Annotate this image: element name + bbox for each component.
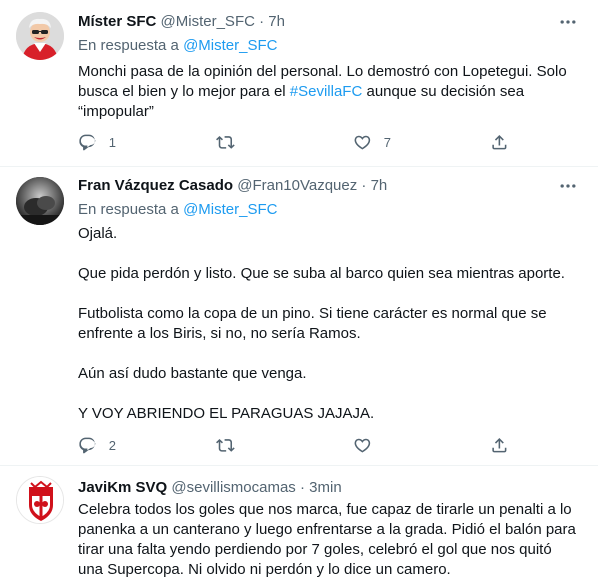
like-count: 7 (383, 134, 391, 150)
heart-icon (354, 438, 371, 453)
author-handle[interactable]: @sevillismocamas (171, 479, 295, 496)
tweet-text: Monchi pasa de la opinión del personal. … (78, 62, 578, 122)
reply-count: 2 (108, 437, 116, 453)
author-name[interactable]: Fran Vázquez Casado (78, 177, 233, 194)
tweet-paragraph: Y VOY ABRIENDO EL PARAGUAS JAJAJA. (78, 405, 375, 422)
reply-icon (79, 437, 96, 453)
timestamp[interactable]: 7h (371, 177, 388, 194)
avatar[interactable] (16, 476, 64, 524)
author-name[interactable]: JaviKm SVQ (78, 479, 167, 496)
like-button[interactable] (353, 435, 384, 455)
tweet-3[interactable]: JaviKm SVQ @sevillismocamas · 3min Celeb… (0, 466, 598, 588)
retweet-icon (216, 135, 235, 149)
tweet-paragraph: Ojalá. (78, 225, 118, 242)
tweet-paragraph: Celebra todos los goles que nos marca, f… (78, 501, 581, 578)
reply-prefix: En respuesta a (78, 37, 184, 54)
tweet-2[interactable]: Fran Vázquez Casado @Fran10Vazquez · 7h … (0, 167, 598, 465)
tweet-paragraph: Futbolista como la copa de un pino. Si t… (78, 305, 551, 342)
more-options-icon[interactable] (558, 176, 578, 196)
sevilla-crest-avatar-icon (17, 477, 63, 523)
separator-dot: · (299, 479, 305, 496)
tweet-text: Celebra todos los goles que nos marca, f… (78, 500, 578, 580)
retweet-button[interactable] (216, 132, 247, 152)
tweet-actions: 2 (78, 435, 518, 455)
separator-dot: · (259, 13, 265, 30)
reply-count: 1 (108, 134, 116, 150)
avatar[interactable] (16, 177, 64, 225)
like-button[interactable]: 7 (353, 132, 391, 152)
heart-icon (354, 135, 371, 150)
reply-mention-link[interactable]: @Mister_SFC (183, 37, 277, 54)
tweet-1[interactable]: Míster SFC @Mister_SFC · 7h En respuesta… (0, 0, 598, 166)
author-name[interactable]: Míster SFC (78, 13, 156, 30)
tweet-paragraph: Aún así dudo bastante que venga. (78, 365, 307, 382)
author-handle[interactable]: @Mister_SFC (161, 13, 255, 30)
reply-mention-link[interactable]: @Mister_SFC (183, 201, 277, 218)
timestamp[interactable]: 3min (309, 479, 342, 496)
reply-button[interactable]: 1 (78, 132, 116, 152)
reply-button[interactable]: 2 (78, 435, 116, 455)
timestamp[interactable]: 7h (268, 13, 285, 30)
share-icon (492, 437, 507, 453)
reply-prefix: En respuesta a (78, 201, 184, 218)
share-button[interactable] (490, 435, 509, 455)
tweet-header: Míster SFC @Mister_SFC · 7h (78, 12, 285, 32)
dark-photo-avatar-icon (16, 177, 64, 225)
hashtag-link[interactable]: #SevillaFC (290, 83, 363, 100)
reply-icon (79, 134, 96, 150)
tweet-text: Ojalá. Que pida perdón y listo. Que se s… (78, 224, 578, 424)
avatar[interactable] (16, 12, 64, 60)
cartoon-manager-avatar-icon (16, 12, 64, 60)
retweet-button[interactable] (216, 435, 247, 455)
retweet-icon (216, 438, 235, 452)
share-button[interactable] (490, 132, 509, 152)
tweet-feed: Míster SFC @Mister_SFC · 7h En respuesta… (0, 0, 598, 588)
separator-dot: · (361, 177, 367, 194)
tweet-header: JaviKm SVQ @sevillismocamas · 3min (78, 478, 342, 498)
share-icon (492, 134, 507, 150)
tweet-paragraph: Que pida perdón y listo. Que se suba al … (78, 265, 565, 282)
reply-context: En respuesta a @Mister_SFC (78, 200, 277, 220)
tweet-actions: 1 7 (78, 132, 518, 152)
more-options-icon[interactable] (558, 12, 578, 32)
author-handle[interactable]: @Fran10Vazquez (237, 177, 357, 194)
tweet-header: Fran Vázquez Casado @Fran10Vazquez · 7h (78, 176, 387, 196)
reply-context: En respuesta a @Mister_SFC (78, 36, 277, 56)
